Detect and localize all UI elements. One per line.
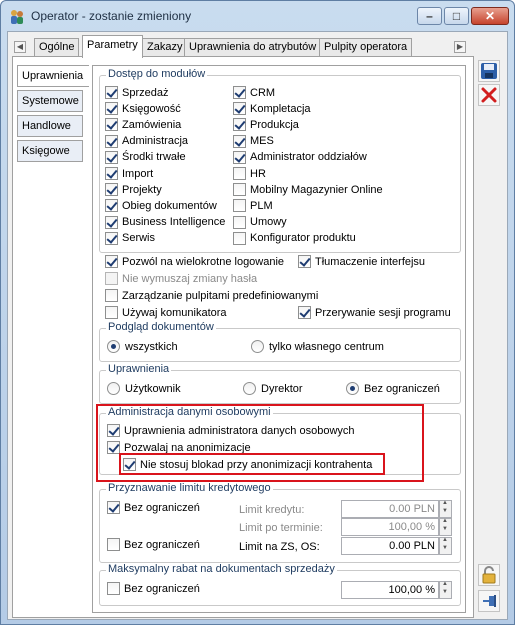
module-checkbox-kompletacja[interactable]: Kompletacja: [233, 102, 311, 116]
tab-pulpity-operatora[interactable]: Pulpity operatora: [319, 38, 413, 57]
zs-limit-spinner-icon[interactable]: [439, 537, 452, 555]
minimize-icon: –: [426, 9, 433, 23]
module-checkbox--rodki-trwa-e[interactable]: Środki trwałe: [105, 150, 186, 164]
tab-uprawnienia-do-atrybutow[interactable]: Uprawnienia do atrybutów: [184, 38, 322, 57]
module-checkbox-zam-wienia[interactable]: Zamówienia: [105, 118, 181, 132]
maximize-icon: □: [452, 9, 461, 23]
cancel-button[interactable]: [478, 84, 500, 106]
zs-limit-label: Limit na ZS, OS:: [239, 541, 320, 553]
module-checkbox-administrator-oddzia-w[interactable]: Administrator oddziałów: [233, 150, 367, 164]
module-checkbox-umowy[interactable]: Umowy: [233, 215, 287, 229]
max-discount-field[interactable]: 100,00 %: [341, 581, 439, 599]
permissions-panel: Dostęp do modułów Sprzedaż Księgowość Zamó…: [92, 65, 466, 613]
credit-limit-title: Przyznawanie limitu kredytowego: [106, 482, 273, 494]
unlimited-radio[interactable]: Bez ograniczeń: [346, 382, 440, 395]
no-force-password-change-checkbox[interactable]: Nie wymuszaj zmiany hasła: [105, 272, 257, 285]
close-icon: ✕: [484, 9, 496, 23]
minimize-button[interactable]: –: [417, 7, 442, 25]
module-checkbox-obieg-dokument-w[interactable]: Obieg dokumentów: [105, 199, 217, 213]
vtab-uprawnienia[interactable]: Uprawnienia: [17, 65, 89, 87]
pin-icon: [483, 595, 496, 607]
lock-button[interactable]: [478, 564, 500, 586]
tab-ogolne[interactable]: Ogólne: [34, 38, 80, 57]
discount-unlimited-checkbox[interactable]: Bez ograniczeń: [107, 582, 200, 595]
module-checkbox-konfigurator-produktu[interactable]: Konfigurator produktu: [233, 231, 356, 245]
preview-all-radio[interactable]: wszystkich: [107, 340, 178, 353]
overdue-limit-label: Limit po terminie:: [239, 522, 323, 534]
permissions-level-title: Uprawnienia: [106, 363, 172, 375]
window-title: Operator - zostanie zmieniony: [31, 9, 192, 23]
module-checkbox-serwis[interactable]: Serwis: [105, 231, 155, 245]
vtab-systemowe[interactable]: Systemowe: [17, 90, 83, 112]
vtab-ksiegowe[interactable]: Księgowe: [17, 140, 83, 162]
operator-window: Operator - zostanie zmieniony – □ ✕ ◀ Og…: [0, 0, 515, 625]
module-checkbox-hr[interactable]: HR: [233, 167, 266, 180]
pin-button[interactable]: [478, 590, 500, 612]
top-tab-strip: ◀ Ogólne Parametry Zakazy Uprawnienia do…: [12, 35, 504, 58]
module-checkbox-ksi-gowo-[interactable]: Księgowość: [105, 102, 181, 116]
module-checkbox-sprzeda-[interactable]: Sprzedaż: [105, 86, 168, 99]
credit-limit-field[interactable]: 0.00 PLN: [341, 500, 439, 518]
tab-scroll-left-icon[interactable]: ◀: [14, 41, 26, 53]
vtab-handlowe[interactable]: Handlowe: [17, 115, 83, 137]
save-button[interactable]: [478, 60, 500, 82]
director-radio[interactable]: Dyrektor: [243, 382, 303, 395]
overdue-limit-field[interactable]: 100,00 %: [341, 518, 439, 536]
title-bar[interactable]: Operator - zostanie zmieniony – □ ✕: [1, 1, 514, 31]
cancel-x-icon: [481, 87, 497, 103]
multi-login-checkbox[interactable]: Pozwól na wielokrotne logowanie: [105, 255, 284, 268]
interrupt-sessions-checkbox[interactable]: Przerywanie sesji programu: [298, 306, 451, 319]
save-icon: [481, 63, 497, 79]
module-checkbox-produkcja[interactable]: Produkcja: [233, 118, 299, 132]
use-messenger-checkbox[interactable]: Używaj komunikatora: [105, 306, 227, 319]
module-checkbox-administracja[interactable]: Administracja: [105, 134, 188, 148]
module-checkbox-mes[interactable]: MES: [233, 134, 274, 148]
operator-app-icon: [11, 10, 23, 24]
tab-zakazy[interactable]: Zakazy: [142, 38, 188, 57]
max-discount-title: Maksymalny rabat na dokumentach sprzedaż…: [106, 563, 337, 575]
module-checkbox-projekty[interactable]: Projekty: [105, 183, 162, 197]
highlight-frame-inner: [119, 453, 385, 475]
user-radio[interactable]: Użytkownik: [107, 382, 181, 395]
max-discount-spinner-icon[interactable]: [439, 581, 452, 599]
module-checkbox-import[interactable]: Import: [105, 167, 153, 180]
credit-unlimited-checkbox[interactable]: Bez ograniczeń: [107, 501, 200, 514]
maximize-button[interactable]: □: [444, 7, 469, 25]
module-checkbox-business-intelligence[interactable]: Business Intelligence: [105, 215, 225, 229]
overdue-limit-spinner-icon[interactable]: [439, 518, 452, 536]
preview-own-center-radio[interactable]: tylko własnego centrum: [251, 340, 384, 353]
manage-desktops-checkbox[interactable]: Zarządzanie pulpitami predefiniowanymi: [105, 289, 318, 302]
module-checkbox-crm[interactable]: CRM: [233, 86, 275, 99]
tab-parametry[interactable]: Parametry: [82, 35, 143, 58]
tab-scroll-right-icon[interactable]: ▶: [454, 41, 466, 53]
module-checkbox-mobilny-magazynier-online[interactable]: Mobilny Magazynier Online: [233, 183, 383, 197]
translation-checkbox[interactable]: Tłumaczenie interfejsu: [298, 255, 425, 268]
credit-limit-label: Limit kredytu:: [239, 504, 305, 516]
close-button[interactable]: ✕: [471, 7, 509, 25]
zs-unlimited-checkbox[interactable]: Bez ograniczeń: [107, 538, 200, 551]
modules-group-title: Dostęp do modułów: [106, 68, 208, 80]
window-client-area: ◀ Ogólne Parametry Zakazy Uprawnienia do…: [7, 31, 508, 620]
zs-limit-field[interactable]: 0.00 PLN: [341, 537, 439, 555]
padlock-icon: [482, 566, 496, 584]
preview-group-title: Podgląd dokumentów: [106, 321, 216, 333]
module-checkbox-plm[interactable]: PLM: [233, 199, 273, 213]
credit-limit-spinner-icon[interactable]: [439, 500, 452, 518]
